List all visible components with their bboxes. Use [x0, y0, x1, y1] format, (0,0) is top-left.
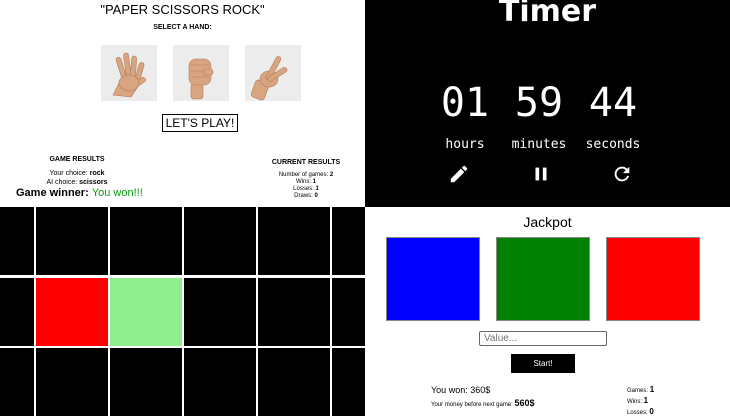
wins-line: Wins: 1	[265, 179, 347, 185]
grid-cell[interactable]	[258, 207, 330, 275]
select-hand-label: SELECT A HAND:	[153, 24, 212, 31]
grid-cell[interactable]	[184, 207, 256, 275]
grid-cell[interactable]	[110, 348, 182, 416]
money-value: 560$	[514, 398, 535, 408]
jackpot-box-blue	[386, 237, 480, 321]
jackpot-games-label: Games:	[627, 388, 649, 394]
grid-cell[interactable]	[110, 278, 182, 346]
reset-timer-button[interactable]	[611, 163, 633, 185]
money-label: Your money before next game:	[431, 402, 513, 408]
bet-value-input[interactable]	[479, 331, 607, 346]
current-results-heading: CURRENT RESULTS	[271, 159, 341, 166]
losses-value: 1	[315, 186, 319, 192]
game-winner-value: You won!!!	[91, 187, 143, 199]
seconds-label: seconds	[585, 137, 641, 152]
grid-cell[interactable]	[0, 278, 34, 346]
wins-label: Wins:	[295, 179, 311, 185]
draws-value: 0	[314, 193, 318, 199]
minutes-display: 59	[514, 80, 564, 126]
your-choice-value: rock	[89, 170, 105, 177]
you-won-value: 360$	[470, 385, 491, 395]
scissors-hand-option[interactable]	[245, 45, 301, 101]
draws-line: Draws: 0	[265, 193, 347, 199]
jackpot-games-line: Games: 1	[627, 385, 654, 394]
color-grid	[0, 207, 365, 416]
grid-cell[interactable]	[258, 348, 330, 416]
paper-hand-icon	[112, 52, 146, 98]
grid-cell[interactable]	[184, 278, 256, 346]
you-won-line: You won: 360$	[431, 385, 490, 395]
timer-app: Timer 01 59 44 hours minutes seconds	[365, 0, 730, 207]
grid-cell[interactable]	[36, 348, 108, 416]
game-winner-line: Game winner: You won!!!	[16, 187, 143, 199]
your-choice-label: Your choice:	[49, 170, 88, 177]
pause-icon	[535, 167, 547, 181]
scissors-hand-icon	[250, 56, 288, 101]
ai-choice-label: AI choice:	[46, 179, 78, 186]
wins-value: 1	[312, 179, 316, 185]
hours-label: hours	[445, 137, 485, 152]
draws-label: Draws:	[294, 193, 313, 199]
paper-hand-option[interactable]	[101, 45, 157, 101]
losses-label: Losses:	[293, 186, 314, 192]
pause-timer-button[interactable]	[530, 163, 552, 185]
jackpot-box-red	[606, 237, 700, 321]
grid-cell[interactable]	[332, 207, 365, 275]
hours-display: 01	[440, 80, 490, 126]
grid-cell[interactable]	[332, 278, 365, 346]
games-count-value: 2	[329, 172, 334, 178]
you-won-label: You won:	[431, 385, 468, 395]
jackpot-losses-value: 0	[649, 407, 654, 416]
grid-cell[interactable]	[36, 207, 108, 275]
money-line: Your money before next game: 560$	[431, 398, 535, 408]
jackpot-wins-label: Wins:	[627, 399, 642, 405]
ai-choice-line: AI choice: scissors	[12, 179, 142, 186]
jackpot-games-value: 1	[649, 385, 655, 394]
start-button[interactable]: Start!	[511, 354, 575, 373]
games-count-label: Number of games:	[278, 172, 329, 178]
game-results-heading: GAME RESULTS	[49, 156, 105, 163]
jackpot-losses-label: Losses:	[627, 410, 648, 416]
minutes-label: minutes	[511, 137, 567, 152]
grid-cell[interactable]	[36, 278, 108, 346]
pencil-edit-icon	[450, 165, 468, 183]
refresh-icon	[614, 166, 630, 182]
rps-app: "PAPER SCISSORS ROCK" SELECT A HAND: LET…	[0, 0, 365, 207]
seconds-display: 44	[588, 80, 638, 126]
jackpot-app: Jackpot Start! You won: 360$ Your money …	[365, 207, 730, 416]
jackpot-wins-value: 1	[643, 396, 649, 405]
rock-fist-icon	[188, 58, 214, 100]
grid-cell[interactable]	[332, 348, 365, 416]
timer-title: Timer	[498, 0, 597, 29]
jackpot-box-green	[496, 237, 590, 321]
rps-title: "PAPER SCISSORS ROCK"	[100, 2, 265, 17]
ai-choice-value: scissors	[79, 179, 108, 186]
edit-timer-button[interactable]	[448, 163, 470, 185]
jackpot-title: Jackpot	[523, 214, 572, 230]
rock-hand-option[interactable]	[173, 45, 229, 101]
grid-cell[interactable]	[258, 278, 330, 346]
games-count-line: Number of games: 2	[265, 172, 347, 178]
losses-line: Losses: 1	[265, 186, 347, 192]
grid-cell[interactable]	[0, 207, 34, 275]
grid-cell[interactable]	[110, 207, 182, 275]
jackpot-wins-line: Wins: 1	[627, 396, 648, 405]
lets-play-button[interactable]: LET'S PLAY!	[162, 114, 238, 132]
game-winner-label: Game winner:	[16, 187, 89, 199]
grid-cell[interactable]	[0, 348, 34, 416]
jackpot-losses-line: Losses: 0	[627, 407, 654, 416]
your-choice-line: Your choice: rock	[12, 170, 142, 177]
grid-cell[interactable]	[184, 348, 256, 416]
